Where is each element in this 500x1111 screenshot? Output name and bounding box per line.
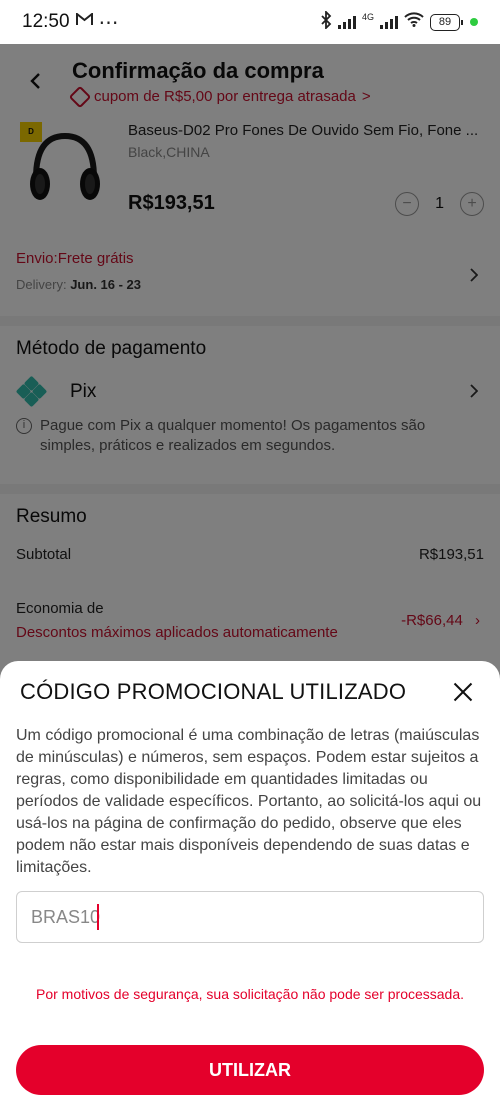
wifi-icon: [404, 12, 424, 32]
signal-icon-2: [380, 15, 398, 29]
network-type: 4G: [361, 12, 374, 22]
privacy-dot-icon: [470, 18, 478, 26]
use-code-button[interactable]: UTILIZAR: [16, 1045, 484, 1095]
promo-code-input[interactable]: [16, 891, 484, 943]
battery-icon: 89: [430, 13, 463, 31]
signal-icon: [337, 15, 356, 29]
status-bar: 12:50 ⋯ 4G 89: [0, 0, 500, 44]
sheet-title: CÓDIGO PROMOCIONAL UTILIZADO: [20, 679, 407, 704]
status-time: 12:50: [22, 11, 70, 32]
gmail-icon: [75, 11, 93, 31]
bluetooth-icon: [320, 9, 332, 34]
promo-description: Um código promocional é uma combinação d…: [16, 727, 482, 876]
promo-code-sheet: CÓDIGO PROMOCIONAL UTILIZADO Um código p…: [0, 661, 500, 1111]
error-message: Por motivos de segurança, sua solicitaçã…: [35, 986, 465, 1002]
more-dots-icon: ⋯: [98, 11, 120, 34]
close-icon[interactable]: [450, 679, 476, 705]
text-cursor: [97, 904, 99, 930]
